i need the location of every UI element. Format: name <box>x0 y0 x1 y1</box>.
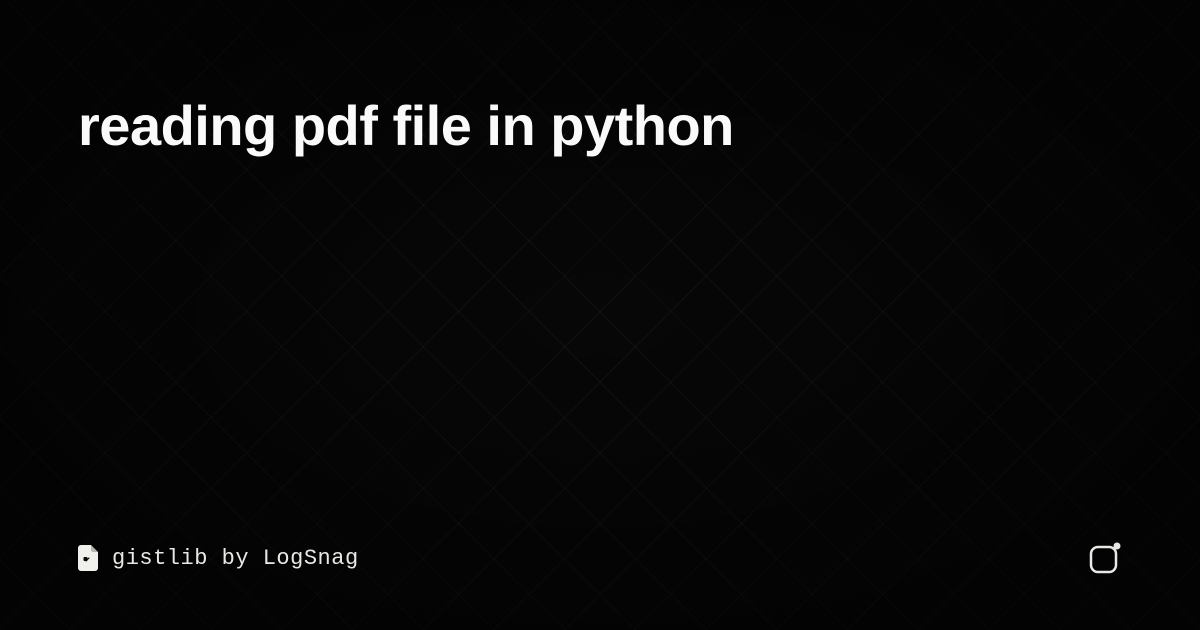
external-link-icon <box>1088 541 1122 575</box>
file-icon <box>78 545 98 571</box>
brand-name: gistlib <box>112 546 208 571</box>
brand-text: gistlib by LogSnag <box>112 546 359 571</box>
footer: gistlib by LogSnag <box>78 541 1122 575</box>
company-name: LogSnag <box>263 546 359 571</box>
content-container: reading pdf file in python gistlib by Lo… <box>0 0 1200 630</box>
page-title: reading pdf file in python <box>78 95 1122 157</box>
branding: gistlib by LogSnag <box>78 545 359 571</box>
by-text: by <box>222 546 249 571</box>
